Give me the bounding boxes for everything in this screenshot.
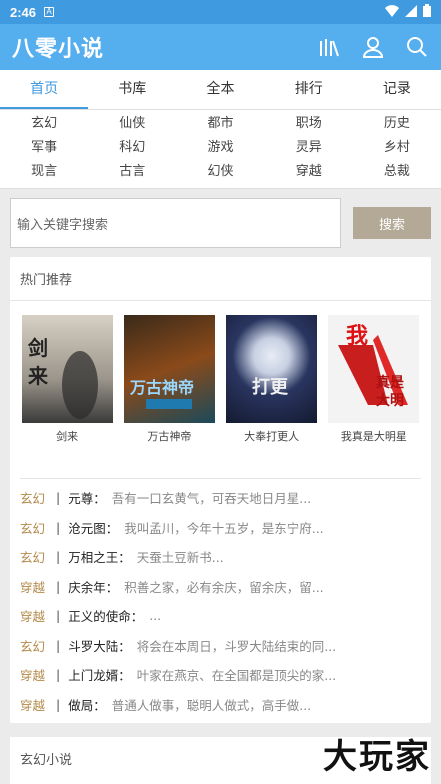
item-desc: 吾有一口玄黄气，可吞天地日月星... [111, 491, 312, 507]
category-link[interactable]: 军事 [0, 136, 88, 160]
book-cover[interactable]: 打更 [226, 315, 318, 423]
item-desc: 我叫孟川，今年十五岁，是东宁府... [124, 520, 324, 536]
list-item[interactable]: 玄幻 | 万相之王： 天蚕土豆新书... [20, 542, 421, 572]
book-cover[interactable]: 万古神帝 [123, 315, 215, 423]
battery-icon [423, 4, 431, 20]
list-item[interactable]: 穿越 | 做局： 普通人做事，聪明人做式，高手做... [20, 690, 421, 720]
category-link[interactable]: 灵异 [265, 136, 353, 160]
list-item[interactable]: 穿越 | 上门龙婿： 叶家在燕京、在全国都是顶尖的家... [20, 660, 421, 690]
category-link[interactable]: 职场 [265, 112, 353, 136]
list-item[interactable]: 玄幻 | 斗罗大陆： 将会在本周日，斗罗大陆结束的同... [20, 631, 421, 661]
item-desc: ... [149, 608, 162, 624]
item-title[interactable]: 万相之王： [68, 547, 131, 566]
item-genre[interactable]: 玄幻 [20, 636, 56, 655]
category-link[interactable]: 总裁 [353, 160, 441, 184]
category-link[interactable]: 乡村 [353, 136, 441, 160]
category-link[interactable]: 仙侠 [88, 112, 176, 136]
item-desc: 积善之家，必有余庆，留余庆，留... [124, 579, 324, 595]
svg-text:剑: 剑 [27, 336, 48, 360]
book-card[interactable]: 万古神帝 万古神帝 [123, 315, 215, 444]
category-link[interactable]: 幻侠 [176, 160, 264, 184]
item-title[interactable]: 沧元图： [68, 518, 118, 537]
list-item[interactable]: 穿越 | 庆余年： 积善之家，必有余庆，留余庆，留... [20, 572, 421, 602]
item-genre[interactable]: 穿越 [20, 577, 56, 596]
book-card[interactable]: 真是 大明 我 我真是大明星 [328, 315, 420, 444]
status-bar: 2:46 A [0, 0, 441, 24]
svg-text:万古神帝: 万古神帝 [129, 378, 194, 397]
item-genre[interactable]: 玄幻 [20, 488, 56, 507]
tab-complete[interactable]: 全本 [176, 70, 264, 109]
tab-ranking[interactable]: 排行 [265, 70, 353, 109]
status-time: 2:46 [10, 4, 37, 20]
book-title: 我真是大明星 [340, 430, 407, 443]
book-title: 大奉打更人 [244, 430, 300, 443]
category-link[interactable]: 都市 [176, 112, 264, 136]
search-button[interactable]: 搜索 [353, 207, 431, 239]
hot-recommend-card: 热门推荐 剑来 剑来 万古神帝 万古神帝 打更 大奉打更人 真是 大明 我 我真是大… [10, 257, 431, 723]
list-item[interactable]: 玄幻 | 沧元图： 我叫孟川，今年十五岁，是东宁府... [20, 513, 421, 543]
item-desc: 天蚕土豆新书... [136, 550, 224, 566]
list-item[interactable]: 玄幻 | 元尊： 吾有一口玄黄气，可吞天地日月星... [20, 483, 421, 513]
item-genre[interactable]: 穿越 [20, 695, 56, 714]
item-title[interactable]: 元尊： [68, 488, 106, 507]
book-title: 剑来 [56, 430, 79, 443]
signal-icon [405, 4, 417, 20]
item-title[interactable]: 做局： [68, 695, 106, 714]
item-title[interactable]: 正义的使命： [68, 606, 143, 625]
svg-text:打更: 打更 [252, 376, 289, 398]
svg-text:大明: 大明 [376, 392, 404, 409]
user-icon[interactable] [361, 35, 385, 59]
notification-icon: A [44, 7, 55, 17]
item-genre[interactable]: 穿越 [20, 606, 56, 625]
item-genre[interactable]: 穿越 [20, 665, 56, 684]
search-input[interactable]: 输入关键字搜索 [10, 198, 341, 248]
category-link[interactable]: 现言 [0, 160, 88, 184]
svg-text:来: 来 [27, 364, 49, 388]
tab-home[interactable]: 首页 [0, 70, 89, 109]
book-card[interactable]: 剑来 剑来 [21, 315, 113, 444]
item-desc: 叶家在燕京、在全国都是顶尖的家... [136, 668, 337, 684]
book-cover[interactable]: 剑来 [21, 315, 113, 423]
item-desc: 将会在本周日，斗罗大陆结束的同... [136, 638, 337, 654]
category-link[interactable]: 穿越 [265, 160, 353, 184]
bookshelf-icon[interactable] [317, 35, 341, 59]
item-genre[interactable]: 玄幻 [20, 518, 56, 537]
svg-text:真是: 真是 [376, 374, 405, 391]
item-genre[interactable]: 玄幻 [20, 547, 56, 566]
book-card[interactable]: 打更 大奉打更人 [226, 315, 318, 444]
item-desc: 普通人做事，聪明人做式，高手做... [111, 697, 312, 713]
tab-history[interactable]: 记录 [353, 70, 441, 109]
category-link[interactable]: 古言 [88, 160, 176, 184]
search-row: 输入关键字搜索 搜索 [0, 189, 441, 257]
main-tabs: 首页 书库 全本 排行 记录 [0, 70, 441, 110]
category-link[interactable]: 历史 [353, 112, 441, 136]
app-bar: 八零小说 [0, 24, 441, 70]
item-title[interactable]: 上门龙婿： [68, 665, 131, 684]
hot-recommend-title: 热门推荐 [10, 257, 431, 301]
wifi-icon [385, 4, 399, 20]
book-cover[interactable]: 真是 大明 我 [328, 315, 420, 423]
search-icon[interactable] [405, 35, 429, 59]
app-logo: 八零小说 [12, 37, 105, 62]
list-item[interactable]: 穿越 | 正义的使命：... [20, 601, 421, 631]
book-covers: 剑来 剑来 万古神帝 万古神帝 打更 大奉打更人 真是 大明 我 我真是大明星 [10, 301, 431, 454]
watermark: 大玩家 [323, 737, 431, 777]
item-title[interactable]: 庆余年： [68, 577, 118, 596]
item-title[interactable]: 斗罗大陆： [68, 636, 131, 655]
book-title: 万古神帝 [147, 430, 192, 443]
category-link[interactable]: 游戏 [176, 136, 264, 160]
category-link[interactable]: 科幻 [88, 136, 176, 160]
svg-text:我: 我 [346, 324, 368, 349]
recommend-list: 玄幻 | 元尊： 吾有一口玄黄气，可吞天地日月星... 玄幻 | 沧元图： 我叫孟川，今年十… [10, 479, 431, 723]
category-grid: 玄幻 仙侠 都市 职场 历史 军事 科幻 游戏 灵异 乡村 现言 古言 幻侠 穿… [0, 110, 441, 189]
category-link[interactable]: 玄幻 [0, 112, 88, 136]
tab-library[interactable]: 书库 [88, 70, 176, 109]
